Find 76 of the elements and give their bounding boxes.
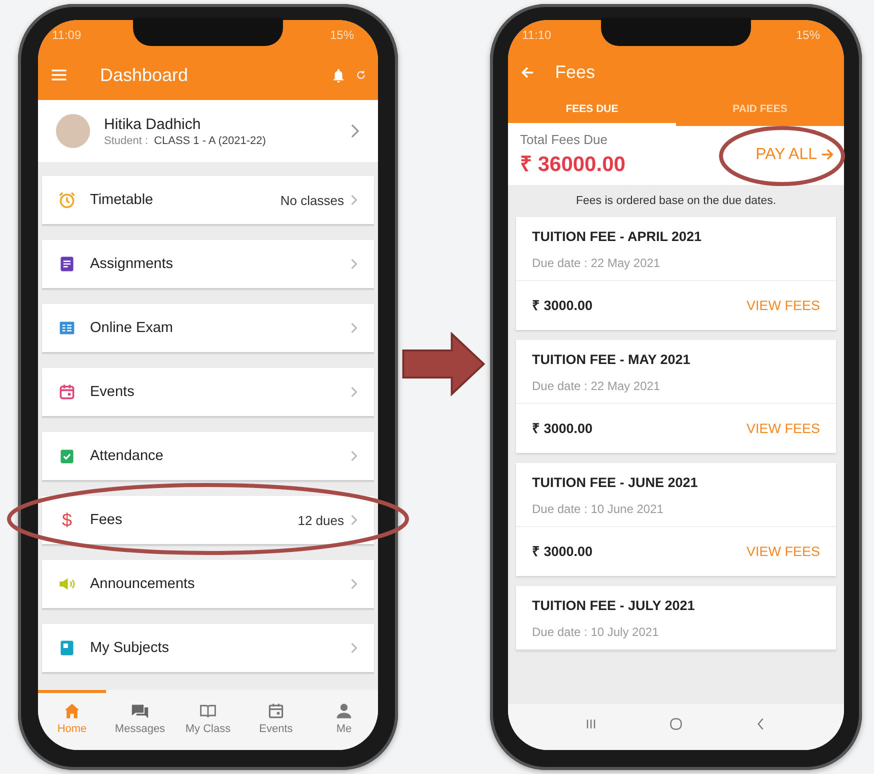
chevron-right-icon [350,450,358,462]
menu-item-count: No classes [280,192,344,208]
app-bar-title: Dashboard [100,64,188,86]
bottom-nav-tab[interactable]: My Class [174,690,242,744]
back-arrow-icon[interactable] [520,64,535,80]
due-date: Due date : 10 June 2021 [532,502,664,516]
calendar-icon [267,702,285,720]
fee-amount: ₹ 3000.00 [532,543,593,560]
fee-amount: ₹ 3000.00 [532,420,593,437]
student-name: Hitika Dadhich [104,116,202,132]
view-fees-button[interactable]: VIEW FEES [746,420,820,436]
menu-item-count: 12 dues [298,512,344,528]
battery-level: 15% [330,28,354,42]
profile-card[interactable]: Hitika Dadhich Student : CLASS 1 - A (2021-22) [38,100,378,162]
menu-item-label: Events [90,384,134,400]
menu-item-label: Attendance [90,448,164,464]
bottom-nav-tab[interactable]: Home [38,690,106,744]
alarm-clock-icon [58,191,76,209]
due-date: Due date : 22 May 2021 [532,256,662,270]
chevron-right-icon [350,642,358,654]
refresh-icon[interactable] [356,70,366,80]
person-icon [335,702,353,720]
chevron-right-icon [350,258,358,270]
menu-item-label: Online Exam [90,320,174,336]
bottom-nav-tab[interactable]: Me [310,690,378,744]
fee-title: TUITION FEE - JUNE 2021 [532,475,699,490]
menu-item[interactable]: Events [42,368,374,416]
menu-item[interactable]: $ Fees 12 dues [42,496,374,544]
total-amount: ₹ 36000.00 [520,152,626,177]
chevron-right-icon [350,386,358,398]
chat-bubbles-icon [131,702,149,720]
assignment-icon [58,255,76,273]
chevron-right-icon [350,514,358,526]
menu-item[interactable]: Timetable No classes [42,176,374,224]
chevron-right-icon [350,322,358,334]
fee-title: TUITION FEE - MAY 2021 [532,352,692,367]
home-icon [63,702,81,720]
total-label: Total Fees Due [520,132,608,147]
class-label: CLASS 1 - A (2021-22) [154,134,266,146]
menu-item[interactable]: Announcements [42,560,374,608]
fee-amount: ₹ 3000.00 [532,297,593,314]
open-book-icon [199,702,217,720]
status-time: 11:09 [52,28,82,42]
menu-item[interactable]: My Subjects [42,624,374,672]
fee-title: TUITION FEE - JULY 2021 [532,598,696,613]
menu-item-label: Assignments [90,256,174,272]
bottom-nav-tab[interactable]: Messages [106,690,174,744]
bottom-nav-tab[interactable]: Events [242,690,310,744]
battery-level: 15% [796,28,820,42]
menu-item[interactable]: Assignments [42,240,374,288]
menu-item-label: Announcements [90,576,195,592]
menu-item-label: Fees [90,512,122,528]
bell-icon[interactable] [331,68,346,82]
info-note: Fees is ordered base on the due dates. [574,194,778,207]
calendar-icon [58,383,76,401]
chevron-right-icon [350,578,358,590]
dollar-icon: $ [58,510,76,530]
menu-item-label: My Subjects [90,640,169,656]
right-arrow-icon [821,148,834,161]
due-date: Due date : 22 May 2021 [532,379,662,393]
book-icon [58,639,76,657]
menu-item-label: Timetable [90,192,154,208]
role-label: Student : [104,134,148,146]
view-fees-button[interactable]: VIEW FEES [746,544,820,558]
due-date: Due date : 10 July 2021 [532,625,660,639]
view-fees-button[interactable]: VIEW FEES [746,298,820,312]
chevron-right-icon [350,123,360,139]
fee-title: TUITION FEE - APRIL 2021 [532,229,703,244]
chevron-right-icon [350,194,358,206]
avatar-placeholder [56,114,90,148]
menu-item[interactable]: Online Exam [42,304,374,352]
status-time: 11:10 [522,28,552,42]
menu-item[interactable]: Attendance [42,432,374,480]
clipboard-check-icon [58,447,76,465]
app-bar-title: Fees [555,62,596,82]
exam-sheet-icon [58,319,76,337]
